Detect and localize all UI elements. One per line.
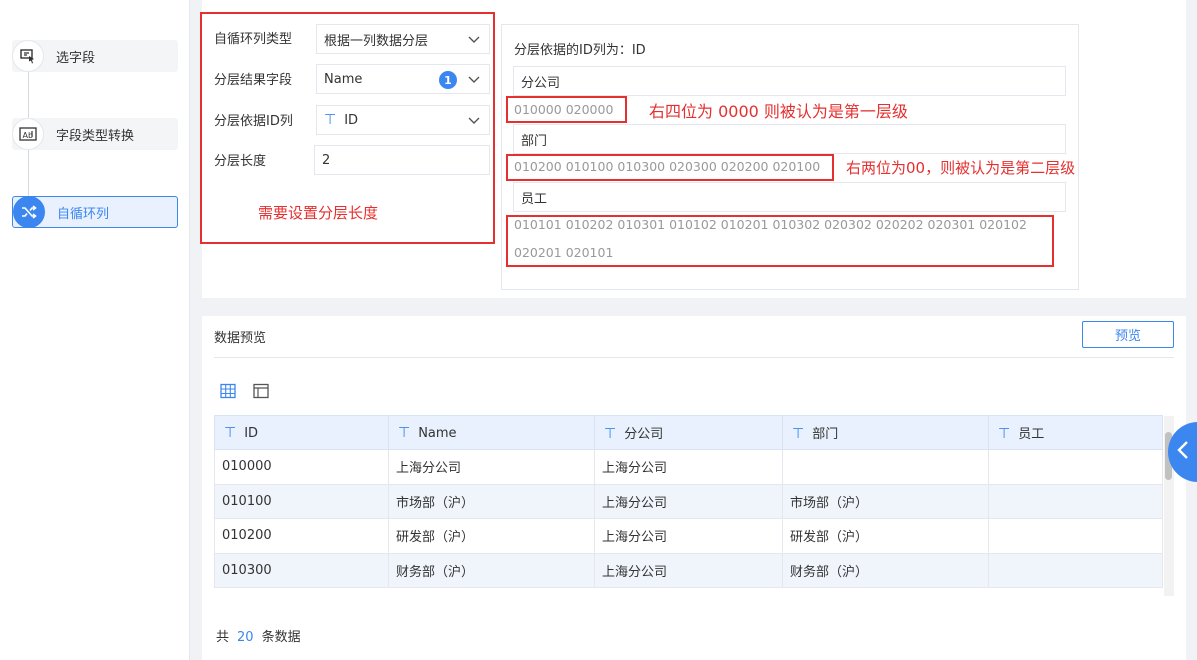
footer-count: 20 xyxy=(237,630,254,645)
column-label: Name xyxy=(418,425,457,441)
text-type-icon: ⊤ xyxy=(792,426,805,442)
level-name-dept: 部门 xyxy=(513,124,1066,154)
column-label: 分公司 xyxy=(624,427,664,442)
text-type-icon: ⊤ xyxy=(998,426,1011,442)
preview-button[interactable]: 预览 xyxy=(1082,321,1174,348)
column-label: 员工 xyxy=(1018,427,1045,442)
column-label: 部门 xyxy=(812,427,839,442)
step-select-field[interactable]: 选字段 xyxy=(12,40,178,72)
level-name-branch: 分公司 xyxy=(513,66,1066,96)
table-cell: 上海分公司 xyxy=(594,552,783,588)
text-type-icon: ⊤ xyxy=(604,426,617,442)
step-connector xyxy=(28,72,29,122)
shuffle-icon xyxy=(13,196,45,228)
footer-suffix: 条数据 xyxy=(261,630,301,645)
select-field-icon xyxy=(12,40,44,72)
step-self-loop[interactable]: 自循环列 xyxy=(12,196,178,228)
table-cell: 财务部（沪） xyxy=(388,552,595,588)
table-row: 010100 市场部（沪） 上海分公司 市场部（沪） xyxy=(214,483,1163,519)
table-cell: 上海分公司 xyxy=(594,518,783,554)
step-label: 选字段 xyxy=(56,50,96,66)
annotation-level2: 右两位为00，则被认为是第二层级 xyxy=(846,159,1076,177)
level-name-staff: 员工 xyxy=(513,182,1066,212)
table-cell xyxy=(782,449,989,485)
table-cell: 010100 xyxy=(214,483,389,519)
table-cell: 上海分公司 xyxy=(594,483,783,519)
preview-table: ⊤ ID ⊤ Name ⊤ 分公司 ⊤ 部门 ⊤ 员工 010000 上海分公司 上海分公… xyxy=(214,415,1163,588)
step-label: 字段类型转换 xyxy=(56,128,135,144)
column-header-staff[interactable]: ⊤ 员工 xyxy=(988,415,1163,450)
table-cell xyxy=(988,449,1163,485)
table-cell xyxy=(988,518,1163,554)
table-cell: 010300 xyxy=(214,552,389,588)
column-header-branch[interactable]: ⊤ 分公司 xyxy=(594,415,783,450)
preview-title: 数据预览 xyxy=(214,331,267,346)
table-cell: 上海分公司 xyxy=(594,449,783,485)
annotation-level1: 右四位为 0000 则被认为是第一层级 xyxy=(649,102,908,121)
table-cell: 财务部（沪） xyxy=(782,552,989,588)
column-label: ID xyxy=(244,425,259,441)
row-count: 共 20 条数据 xyxy=(216,626,301,645)
steps-sidebar: 选字段 Ab 字段类型转换 自循环列 xyxy=(0,0,190,660)
table-header-row: ⊤ ID ⊤ Name ⊤ 分公司 ⊤ 部门 ⊤ 员工 xyxy=(214,415,1163,450)
step-type-convert[interactable]: Ab 字段类型转换 xyxy=(12,118,178,150)
column-header-id[interactable]: ⊤ ID xyxy=(214,415,389,450)
column-header-dept[interactable]: ⊤ 部门 xyxy=(782,415,989,450)
table-cell xyxy=(988,552,1163,588)
table-row: 010300 财务部（沪） 上海分公司 财务部（沪） xyxy=(214,552,1163,588)
annotation-box-level3 xyxy=(506,215,1054,267)
text-type-icon: ⊤ xyxy=(398,424,411,441)
table-cell: 市场部（沪） xyxy=(782,483,989,519)
annotation-box-level1 xyxy=(506,96,627,123)
step-connector xyxy=(28,150,29,200)
table-cell: 010200 xyxy=(214,518,389,554)
footer-prefix: 共 xyxy=(216,630,230,645)
hierarchy-title: 分层依据的ID列为：ID xyxy=(514,43,646,58)
table-cell: 010000 xyxy=(214,449,389,485)
detail-view-icon[interactable] xyxy=(253,383,269,403)
grid-view-icon[interactable] xyxy=(220,383,236,403)
table-cell xyxy=(988,483,1163,519)
chevron-left-icon xyxy=(1176,440,1190,464)
step-label: 自循环列 xyxy=(57,206,110,222)
table-cell: 研发部（沪） xyxy=(388,518,595,554)
table-cell: 上海分公司 xyxy=(388,449,595,485)
divider xyxy=(214,357,1174,358)
table-row: 010200 研发部（沪） 上海分公司 研发部（沪） xyxy=(214,518,1163,554)
table-cell: 市场部（沪） xyxy=(388,483,595,519)
text-type-icon: ⊤ xyxy=(224,424,237,441)
annotation-left: 需要设置分层长度 xyxy=(258,204,379,222)
column-header-name[interactable]: ⊤ Name xyxy=(388,415,595,450)
type-convert-icon: Ab xyxy=(12,118,44,150)
table-row: 010000 上海分公司 上海分公司 xyxy=(214,449,1163,485)
table-cell: 研发部（沪） xyxy=(782,518,989,554)
annotation-box-level2 xyxy=(506,154,834,181)
table-clip xyxy=(214,588,1162,598)
